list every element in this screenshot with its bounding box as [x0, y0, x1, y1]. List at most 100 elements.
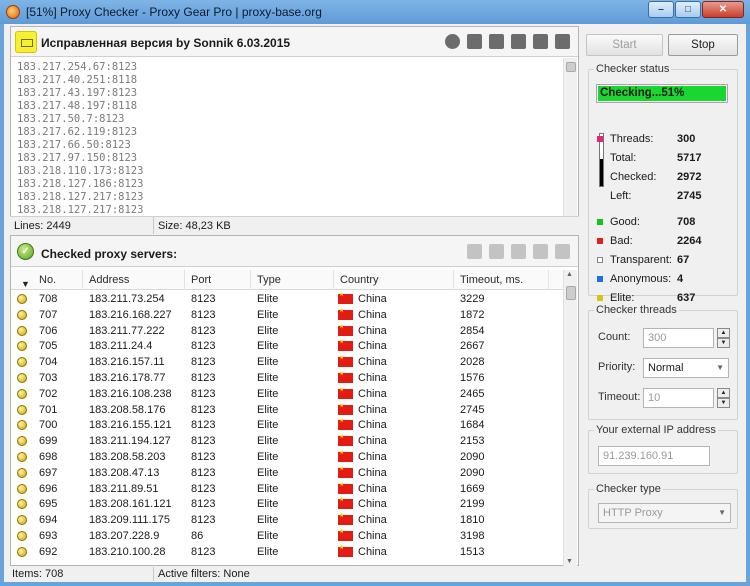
increase-icon[interactable]: ▲	[717, 328, 730, 338]
status-dot-icon	[17, 499, 27, 510]
table-row[interactable]: 695 183.208.161.121 8123 Elite China 2199	[11, 496, 564, 512]
source-toolbar	[445, 34, 570, 49]
cell-address: 183.209.111.175	[89, 514, 170, 527]
table-row[interactable]: 703 183.216.178.77 8123 Elite China 1576	[11, 370, 564, 386]
cell-type: Elite	[257, 419, 279, 432]
save-icon[interactable]	[489, 244, 504, 259]
cell-type: Elite	[257, 530, 279, 542]
source-info-bar: Lines: 2449 Size: 48,23 KB	[10, 216, 579, 234]
table-row[interactable]: 696 183.211.89.51 8123 Elite China 1669	[11, 481, 564, 497]
decrease-icon[interactable]: ▼	[717, 398, 730, 408]
comment-icon[interactable]	[511, 34, 526, 49]
scroll-down-icon[interactable]: ▼	[566, 558, 573, 565]
column-no[interactable]: ▼ No.	[11, 270, 83, 290]
table-row[interactable]: 702 183.216.108.238 8123 Elite China 2465	[11, 386, 564, 402]
scroll-thumb[interactable]	[566, 286, 576, 300]
thread-count-stepper[interactable]: ▲ ▼	[717, 328, 730, 348]
priority-select[interactable]: Normal ▼	[643, 358, 729, 378]
timeout-stepper[interactable]: ▲ ▼	[717, 388, 730, 408]
table-row[interactable]: 694 183.209.111.175 8123 Elite China 1810	[11, 512, 564, 528]
source-panel-title: Исправленная версия by Sonnik 6.03.2015	[41, 36, 291, 50]
source-proxy-line: 183.217.50.7:8123	[17, 113, 125, 125]
checked-proxy-rows: 708 183.211.73.254 8123 Elite China 3229 707 18…	[11, 291, 564, 567]
separator	[153, 217, 154, 234]
status-dot-icon	[17, 436, 27, 447]
stop-button[interactable]: Stop	[668, 34, 738, 56]
table-row[interactable]: 697 183.208.47.13 8123 Elite China 2090	[11, 465, 564, 481]
decrease-icon[interactable]: ▼	[717, 338, 730, 348]
cell-timeout: 1810	[460, 514, 485, 527]
filter-icon[interactable]	[467, 244, 482, 259]
table-row[interactable]: 706 183.211.77.222 8123 Elite China 2854	[11, 323, 564, 339]
checked-toolbar	[467, 244, 570, 259]
cell-country: China	[358, 324, 387, 337]
cell-type: Elite	[257, 372, 279, 384]
separator	[153, 567, 154, 581]
cell-country: China	[358, 340, 387, 353]
table-header: ▼ No. Address Port Type Country Timeout,…	[11, 270, 564, 290]
open-folder-icon[interactable]	[467, 34, 482, 49]
table-row[interactable]: 692 183.210.100.28 8123 Elite China 1513	[11, 544, 564, 560]
column-type[interactable]: Type	[251, 270, 334, 290]
table-row[interactable]: 705 183.211.24.4 8123 Elite China 2667	[11, 338, 564, 354]
status-dot-icon	[17, 483, 27, 494]
column-country[interactable]: Country	[334, 270, 454, 290]
increase-icon[interactable]: ▲	[717, 388, 730, 398]
dropdown-icon: ▼	[718, 508, 726, 517]
clipboard-icon[interactable]	[489, 34, 504, 49]
checker-type-select[interactable]: HTTP Proxy ▼	[598, 503, 731, 523]
stat-value: 637	[677, 292, 696, 304]
source-list-scrollbar[interactable]	[563, 58, 577, 216]
source-proxy-line: 183.217.66.50:8123	[17, 139, 131, 151]
paste-icon[interactable]	[445, 34, 460, 49]
cell-timeout: 2028	[460, 356, 485, 369]
stat-label: Elite:	[610, 292, 635, 304]
start-button[interactable]: Start	[586, 34, 663, 56]
export-icon[interactable]	[533, 34, 548, 49]
copy-icon[interactable]	[511, 244, 526, 259]
items-count: Items: 708	[12, 568, 64, 580]
table-row[interactable]: 693 183.207.228.9 86 Elite China 3198	[11, 528, 564, 544]
notepad-icon[interactable]	[15, 31, 37, 53]
table-row[interactable]: 704 183.216.157.11 8123 Elite China 2028	[11, 354, 564, 370]
checked-list-scrollbar[interactable]: ▲ ▼	[563, 270, 577, 566]
close-button[interactable]: ✕	[702, 1, 744, 18]
status-dot-icon	[17, 294, 27, 304]
column-timeout[interactable]: Timeout, ms.	[454, 270, 549, 290]
table-row[interactable]: 699 183.211.194.127 8123 Elite China 2153	[11, 433, 564, 449]
user-icon[interactable]	[533, 244, 548, 259]
scroll-up-icon[interactable]: ▲	[566, 271, 573, 278]
table-row[interactable]: 708 183.211.73.254 8123 Elite China 3229	[11, 291, 564, 307]
cell-port: 8123	[191, 340, 216, 353]
table-row[interactable]: 701 183.208.58.176 8123 Elite China 2745	[11, 402, 564, 418]
stat-label: Left:	[610, 190, 632, 202]
size-label: Size: 48,23 KB	[158, 220, 231, 232]
column-port[interactable]: Port	[185, 270, 251, 290]
timeout-input[interactable]: 10	[643, 388, 714, 408]
cell-timeout: 1513	[460, 545, 485, 558]
maximize-button[interactable]: □	[675, 1, 701, 18]
external-ip-field[interactable]: 91.239.160.91	[598, 446, 710, 466]
document-icon[interactable]	[555, 244, 570, 259]
china-flag-icon	[338, 402, 353, 415]
cell-port: 8123	[191, 466, 216, 479]
column-address[interactable]: Address	[83, 270, 185, 290]
cell-address: 183.208.47.13	[89, 466, 160, 479]
source-proxy-list[interactable]: 183.217.254.67:8123 183.217.40.251:8118 18…	[17, 61, 561, 215]
table-row[interactable]: 707 183.216.168.227 8123 Elite China 1872	[11, 307, 564, 323]
scroll-thumb[interactable]	[566, 62, 576, 72]
cell-port: 8123	[191, 403, 216, 416]
cell-port: 8123	[191, 356, 216, 369]
stat-label: Threads:	[610, 133, 654, 145]
minimize-button[interactable]: –	[648, 1, 674, 18]
table-row[interactable]: 698 183.208.58.203 8123 Elite China 2090	[11, 449, 564, 465]
check-progress-bar: Checking...51%	[596, 84, 728, 103]
thread-count-input[interactable]: 300	[643, 328, 714, 348]
title-bar: [51%] Proxy Checker - Proxy Gear Pro | p…	[0, 0, 750, 24]
cell-address: 183.211.77.222	[89, 324, 165, 337]
source-proxy-line: 183.217.40.251:8118	[17, 74, 138, 86]
clear-icon[interactable]	[555, 34, 570, 49]
status-dot-icon	[17, 515, 27, 526]
table-row[interactable]: 700 183.216.155.121 8123 Elite China 1684	[11, 417, 564, 433]
source-proxy-line: 183.217.48.197:8118	[17, 100, 138, 112]
